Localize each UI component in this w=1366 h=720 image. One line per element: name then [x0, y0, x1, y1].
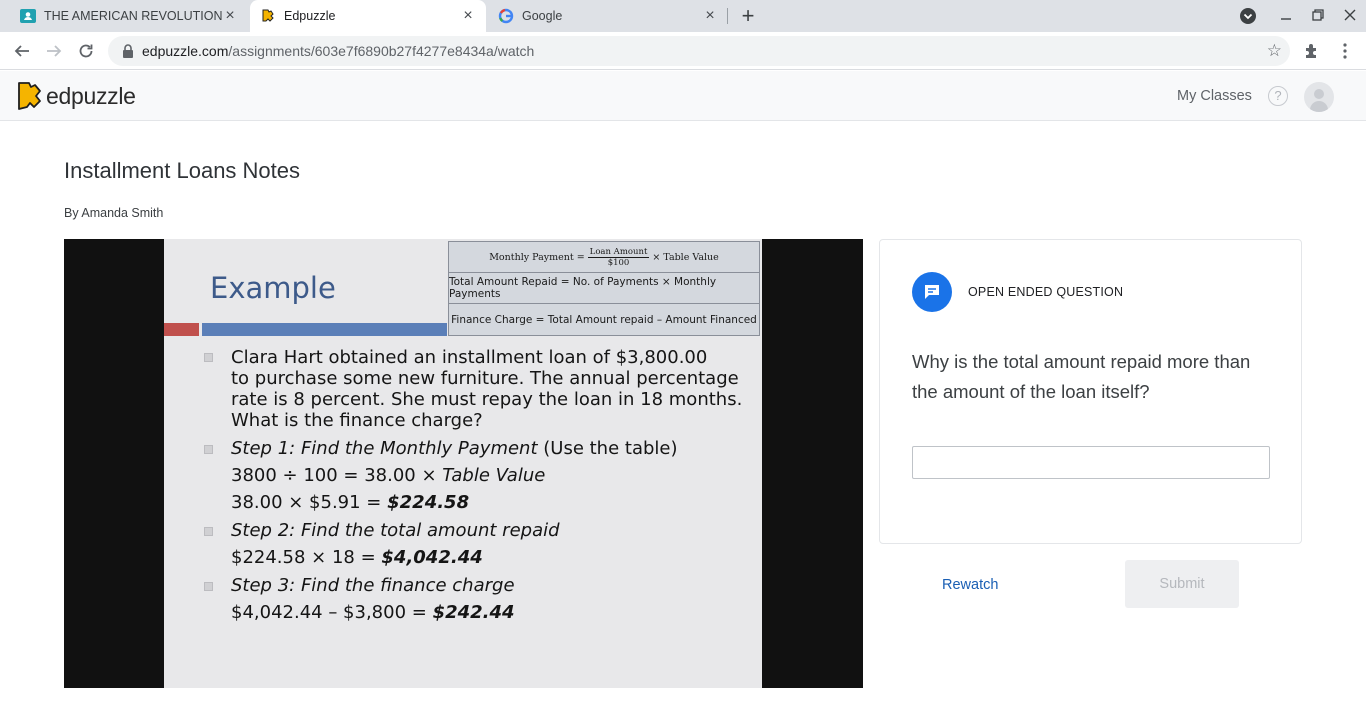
minimize-icon[interactable] — [1276, 6, 1296, 26]
rewatch-button[interactable]: Rewatch — [942, 577, 998, 593]
formula-table: Monthly Payment = Loan Amount $100 × Tabl… — [448, 241, 760, 336]
step2-text: Step 2: Find the total amount repaid $22… — [231, 520, 560, 568]
question-card: OPEN ENDED QUESTION Why is the total amo… — [879, 239, 1302, 544]
new-tab-icon[interactable]: + — [738, 5, 758, 27]
tab-edpuzzle[interactable]: Edpuzzle × — [250, 0, 486, 32]
slide-accent-blue — [202, 323, 447, 336]
reload-icon[interactable] — [74, 39, 98, 63]
question-type-label: OPEN ENDED QUESTION — [968, 285, 1124, 299]
classroom-icon — [20, 8, 36, 24]
answer-input[interactable] — [912, 446, 1270, 479]
chat-bubble-icon — [912, 272, 952, 312]
menu-kebab-icon[interactable] — [1333, 39, 1357, 63]
extensions-icon[interactable] — [1300, 39, 1324, 63]
slide-accent-red — [164, 323, 199, 336]
avatar-head — [1314, 89, 1324, 99]
bullet-icon — [204, 582, 213, 591]
tab-google[interactable]: Google × — [488, 0, 728, 32]
app-header: edpuzzle My Classes ? — [0, 71, 1366, 121]
browser-tab-strip: THE AMERICAN REVOLUTION × Edpuzzle × Goo… — [0, 0, 1366, 32]
my-classes-link[interactable]: My Classes — [1177, 88, 1252, 104]
tab-search-icon[interactable] — [1238, 6, 1258, 26]
formula-monthly-payment: Monthly Payment = Loan Amount $100 × Tabl… — [449, 242, 759, 273]
tab-title: Edpuzzle — [284, 9, 336, 23]
avatar[interactable] — [1304, 82, 1334, 112]
formula-total-repaid: Total Amount Repaid = No. of Payments × … — [449, 273, 759, 304]
google-icon — [498, 8, 514, 24]
close-icon[interactable]: × — [702, 8, 718, 24]
page-title: Installment Loans Notes — [64, 158, 301, 183]
author-label: By Amanda Smith — [64, 206, 164, 220]
bullet-icon — [204, 353, 213, 362]
address-bar[interactable]: edpuzzle.com/assignments/603e7f6890b27f4… — [108, 36, 1290, 66]
lock-icon[interactable] — [122, 44, 134, 58]
step3-text: Step 3: Find the finance charge $4,042.4… — [231, 575, 515, 623]
tab-title: THE AMERICAN REVOLUTION — [44, 9, 223, 23]
formula-finance-charge: Finance Charge = Total Amount repaid – A… — [451, 313, 757, 326]
tab-title: Google — [522, 9, 563, 23]
help-icon[interactable]: ? — [1268, 86, 1288, 106]
tab-american-revolution[interactable]: THE AMERICAN REVOLUTION × — [0, 0, 248, 32]
avatar-body — [1310, 101, 1328, 112]
close-icon[interactable]: × — [222, 8, 238, 24]
close-icon[interactable]: × — [460, 8, 476, 24]
edpuzzle-logo-icon — [18, 82, 41, 110]
question-text: Why is the total amount repaid more than… — [912, 351, 1251, 402]
bullet-icon — [204, 527, 213, 536]
url-text[interactable]: edpuzzle.com/assignments/603e7f6890b27f4… — [142, 43, 534, 59]
video-player[interactable]: Example Monthly Payment = Loan Amount $10… — [64, 239, 863, 688]
restore-icon[interactable] — [1308, 6, 1328, 26]
bullet-icon — [204, 445, 213, 454]
video-slide: Example Monthly Payment = Loan Amount $10… — [164, 239, 762, 688]
slide-title: Example — [210, 271, 336, 305]
problem-text: Clara Hart obtained an installment loan … — [231, 347, 743, 431]
close-window-icon[interactable] — [1340, 6, 1360, 26]
browser-toolbar: edpuzzle.com/assignments/603e7f6890b27f4… — [0, 32, 1366, 70]
logo-text: edpuzzle — [46, 82, 136, 109]
bookmark-star-icon[interactable]: ☆ — [1267, 41, 1282, 61]
edpuzzle-logo[interactable]: edpuzzle — [16, 80, 136, 112]
back-icon[interactable] — [10, 39, 34, 63]
tab-separator — [727, 8, 728, 24]
submit-button[interactable]: Submit — [1125, 560, 1239, 608]
step1-text: Step 1: Find the Monthly Payment (Use th… — [231, 438, 678, 513]
edpuzzle-icon — [260, 8, 276, 24]
forward-icon[interactable] — [42, 39, 66, 63]
